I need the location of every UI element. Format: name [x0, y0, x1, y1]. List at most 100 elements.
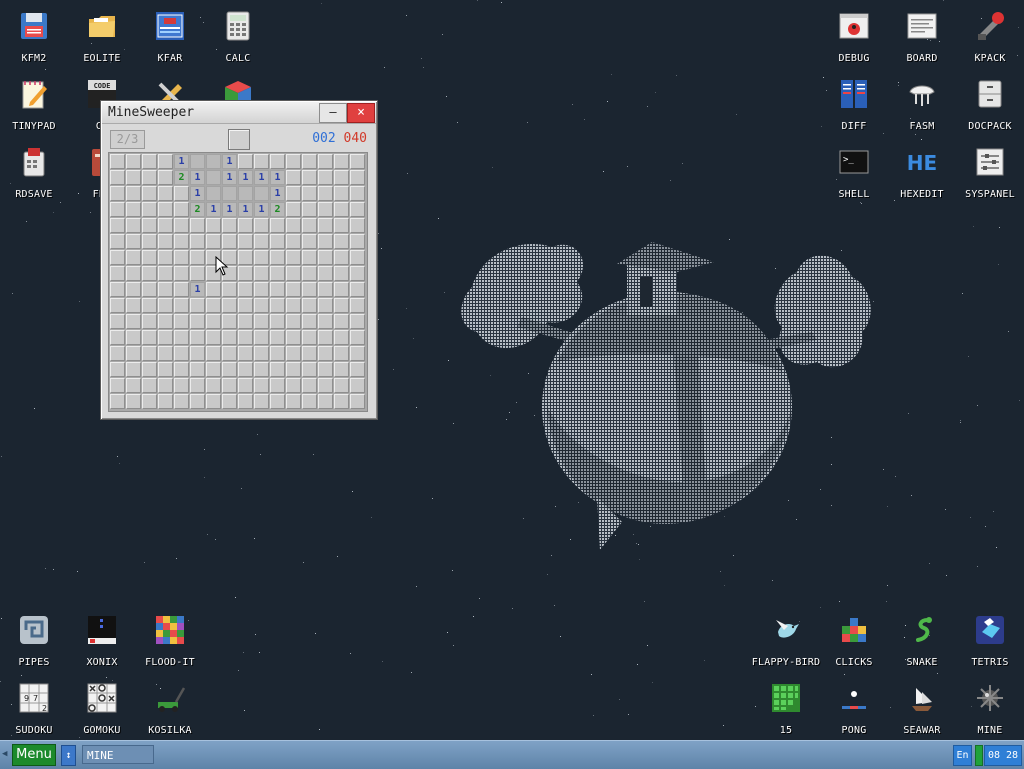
mine-cell[interactable]: [350, 378, 365, 393]
desktop-icon-calc[interactable]: CALC: [204, 2, 272, 68]
mine-cell[interactable]: [302, 378, 317, 393]
mine-cell[interactable]: [174, 250, 189, 265]
mine-cell[interactable]: [110, 250, 125, 265]
mine-cell[interactable]: [350, 362, 365, 377]
mine-cell[interactable]: [110, 218, 125, 233]
mine-cell[interactable]: [286, 234, 301, 249]
mine-cell[interactable]: [206, 170, 221, 185]
mine-cell[interactable]: 1: [254, 170, 269, 185]
mine-cell[interactable]: [270, 362, 285, 377]
mine-cell[interactable]: [254, 266, 269, 281]
mine-cell[interactable]: [318, 298, 333, 313]
mine-cell[interactable]: [190, 362, 205, 377]
mine-cell[interactable]: [206, 362, 221, 377]
taskbar-scroll-left-icon[interactable]: ◀: [2, 749, 7, 759]
mine-cell[interactable]: [222, 298, 237, 313]
mine-cell[interactable]: [334, 250, 349, 265]
mine-cell[interactable]: [126, 394, 141, 409]
mine-cell[interactable]: [286, 154, 301, 169]
mine-cell[interactable]: [350, 266, 365, 281]
mine-cell[interactable]: 2: [174, 170, 189, 185]
minesweeper-window[interactable]: MineSweeper – × 2/3 002 040 112111111121…: [100, 100, 378, 420]
mine-cell[interactable]: [190, 346, 205, 361]
mine-cell[interactable]: [334, 218, 349, 233]
mine-cell[interactable]: [238, 154, 253, 169]
mine-cell[interactable]: [206, 282, 221, 297]
mine-cell[interactable]: 1: [190, 282, 205, 297]
mine-cell[interactable]: [190, 234, 205, 249]
mine-cell[interactable]: [302, 154, 317, 169]
mine-cell[interactable]: [254, 154, 269, 169]
mine-cell[interactable]: [222, 394, 237, 409]
mine-cell[interactable]: [110, 170, 125, 185]
mine-cell[interactable]: [142, 234, 157, 249]
mine-cell[interactable]: [286, 298, 301, 313]
mine-cell[interactable]: [254, 282, 269, 297]
mine-cell[interactable]: [190, 266, 205, 281]
mine-cell[interactable]: [142, 394, 157, 409]
mine-cell[interactable]: [270, 234, 285, 249]
mine-cell[interactable]: [174, 346, 189, 361]
mine-cell[interactable]: [206, 234, 221, 249]
mine-cell[interactable]: [142, 218, 157, 233]
mine-cell[interactable]: 2: [270, 202, 285, 217]
mine-cell[interactable]: [270, 154, 285, 169]
menu-button[interactable]: Menu: [12, 744, 56, 766]
mine-cell[interactable]: [126, 234, 141, 249]
mine-cell[interactable]: [238, 186, 253, 201]
mine-cell[interactable]: [318, 186, 333, 201]
mine-cell[interactable]: [110, 394, 125, 409]
mine-cell[interactable]: [302, 202, 317, 217]
mine-cell[interactable]: [318, 266, 333, 281]
clock[interactable]: 08 28: [984, 745, 1022, 766]
mine-cell[interactable]: [350, 234, 365, 249]
mine-cell[interactable]: [334, 346, 349, 361]
mine-cell[interactable]: [110, 282, 125, 297]
window-titlebar[interactable]: MineSweeper – ×: [102, 102, 376, 124]
mine-cell[interactable]: [238, 298, 253, 313]
mine-cell[interactable]: [254, 298, 269, 313]
mine-cell[interactable]: [126, 250, 141, 265]
mine-cell[interactable]: [286, 266, 301, 281]
mine-cell[interactable]: [238, 330, 253, 345]
mine-cell[interactable]: [126, 330, 141, 345]
mine-cell[interactable]: [350, 154, 365, 169]
mine-cell[interactable]: [238, 234, 253, 249]
mine-cell[interactable]: [334, 170, 349, 185]
mine-cell[interactable]: [350, 346, 365, 361]
mine-cell[interactable]: [222, 282, 237, 297]
mine-cell[interactable]: [238, 394, 253, 409]
mine-cell[interactable]: [334, 234, 349, 249]
mine-cell[interactable]: [158, 154, 173, 169]
mine-cell[interactable]: [206, 154, 221, 169]
mine-cell[interactable]: [302, 234, 317, 249]
mine-cell[interactable]: [142, 282, 157, 297]
mine-cell[interactable]: [190, 250, 205, 265]
mine-cell[interactable]: [318, 362, 333, 377]
mine-cell[interactable]: [238, 314, 253, 329]
mine-cell[interactable]: [110, 298, 125, 313]
mine-cell[interactable]: 2: [190, 202, 205, 217]
mine-cell[interactable]: [126, 154, 141, 169]
mine-cell[interactable]: [158, 362, 173, 377]
mine-cell[interactable]: [270, 282, 285, 297]
mine-cell[interactable]: [158, 266, 173, 281]
mine-cell[interactable]: [334, 378, 349, 393]
mine-cell[interactable]: [334, 202, 349, 217]
close-button[interactable]: ×: [347, 103, 375, 123]
mine-cell[interactable]: [174, 202, 189, 217]
mine-cell[interactable]: [238, 282, 253, 297]
mine-cell[interactable]: [142, 330, 157, 345]
mine-cell[interactable]: [238, 362, 253, 377]
mine-cell[interactable]: [334, 186, 349, 201]
mine-cell[interactable]: [158, 250, 173, 265]
mine-cell[interactable]: [190, 154, 205, 169]
mine-cell[interactable]: [158, 346, 173, 361]
mine-cell[interactable]: [142, 202, 157, 217]
mine-cell[interactable]: [158, 378, 173, 393]
mine-cell[interactable]: [270, 346, 285, 361]
mine-cell[interactable]: [270, 298, 285, 313]
mine-cell[interactable]: [318, 218, 333, 233]
mine-cell[interactable]: [222, 378, 237, 393]
keyboard-layout-indicator[interactable]: En: [953, 745, 972, 766]
